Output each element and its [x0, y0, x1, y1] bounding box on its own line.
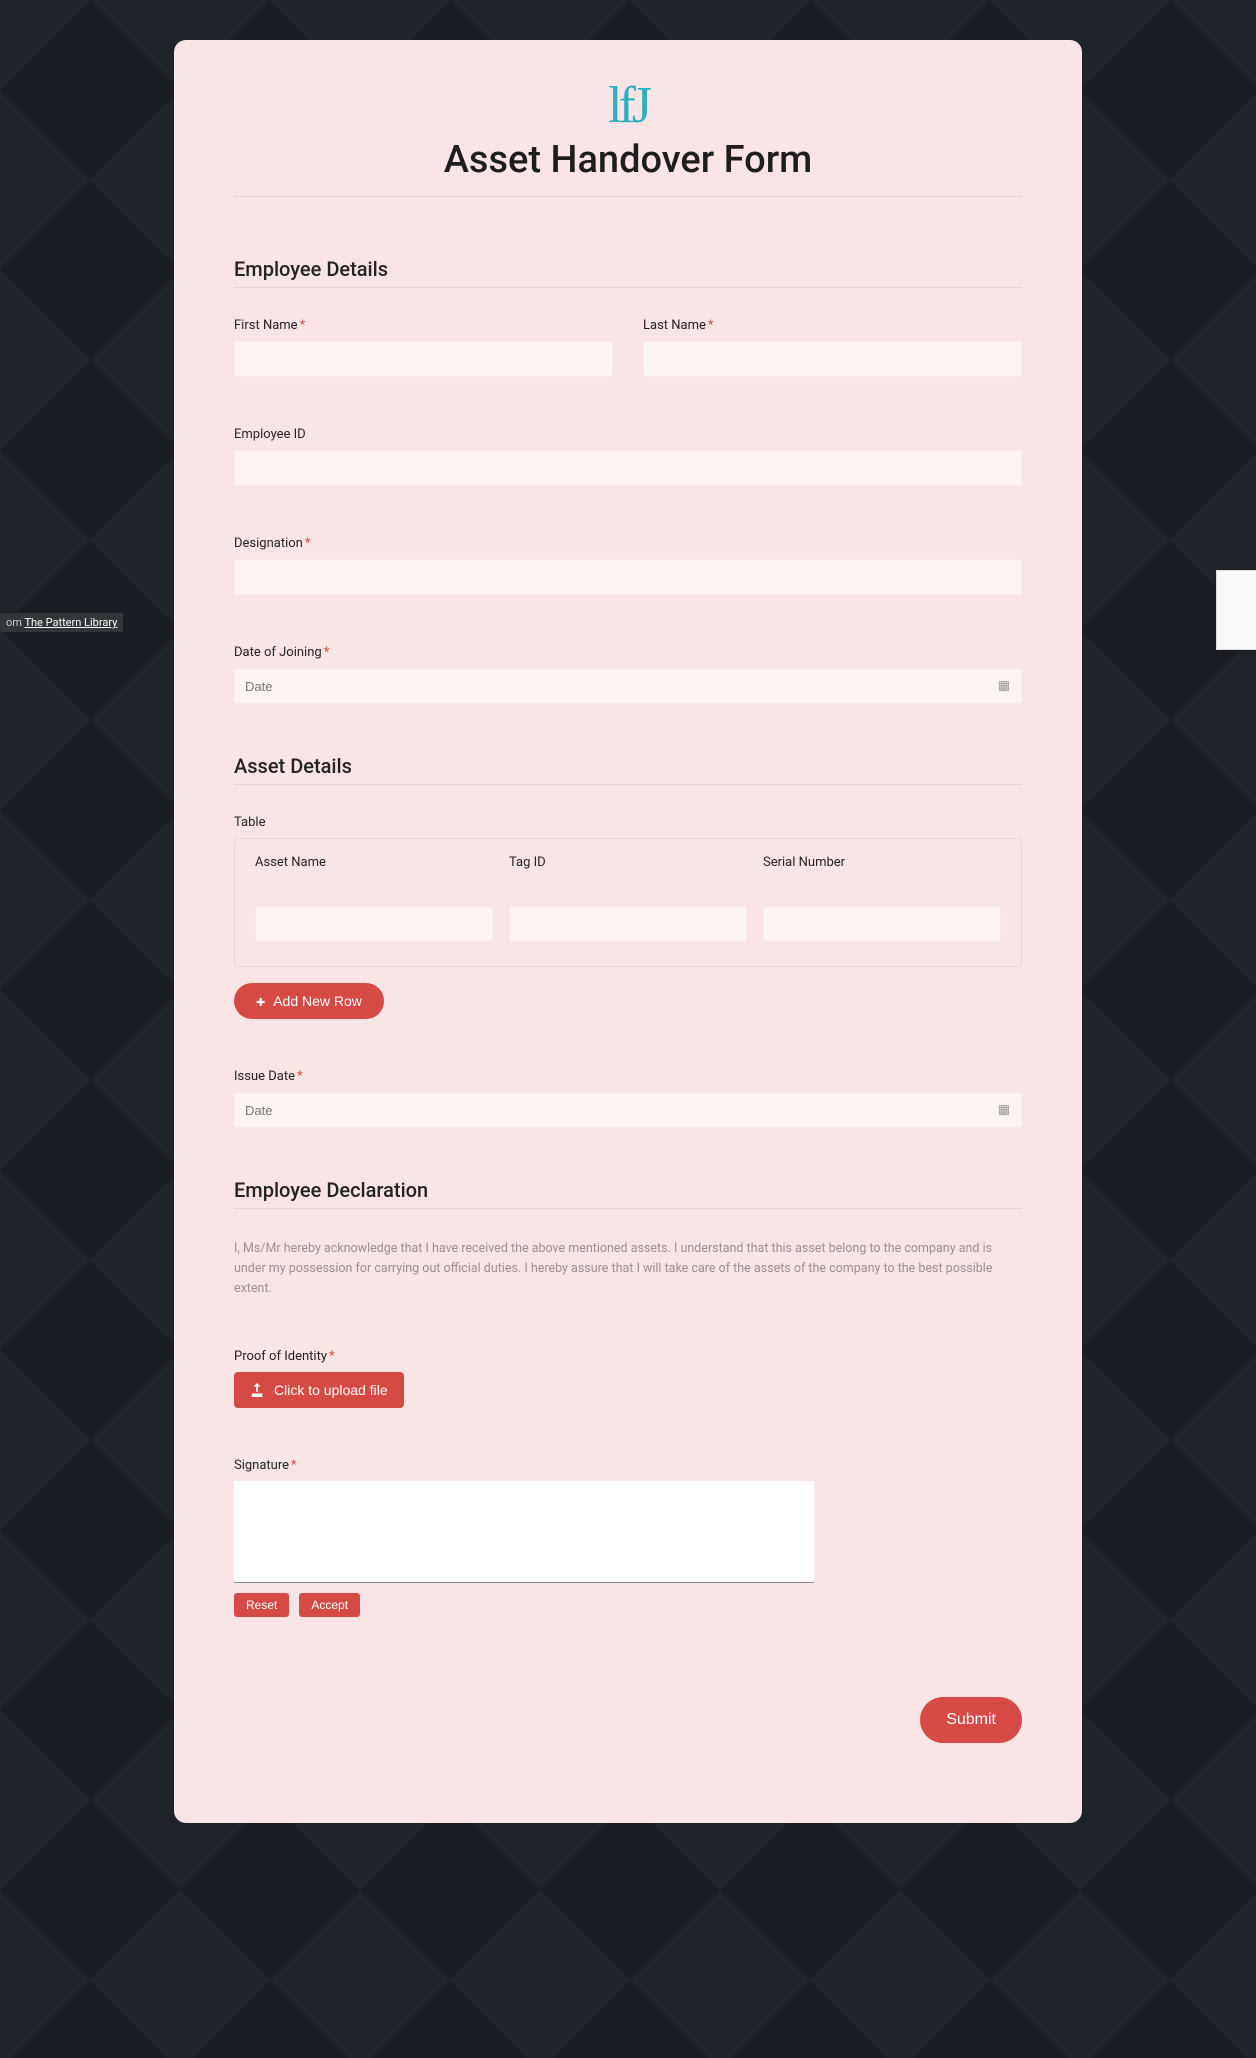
- plus-icon: [256, 993, 265, 1009]
- doj-input[interactable]: [234, 668, 1022, 704]
- form-card: lfJ Asset Handover Form Employee Details…: [174, 40, 1082, 1823]
- attribution-badge: om The Pattern Library: [0, 613, 123, 632]
- calendar-icon: ▦: [998, 679, 1010, 694]
- required-indicator: *: [297, 1069, 303, 1084]
- issue-date-input[interactable]: [234, 1092, 1022, 1128]
- table-label: Table: [234, 815, 1022, 830]
- last-name-label: Last Name*: [643, 318, 1022, 333]
- first-name-input[interactable]: [234, 341, 613, 377]
- proof-label: Proof of Identity*: [234, 1349, 1022, 1364]
- col-serial-number: Serial Number: [755, 855, 1009, 870]
- col-tag-id: Tag ID: [501, 855, 755, 870]
- accept-button[interactable]: Accept: [299, 1593, 360, 1617]
- required-indicator: *: [305, 536, 311, 551]
- upload-button[interactable]: Click to upload file: [234, 1372, 404, 1408]
- first-name-label: First Name*: [234, 318, 613, 333]
- required-indicator: *: [329, 1349, 335, 1364]
- tag-id-input[interactable]: [509, 906, 747, 942]
- asset-name-input[interactable]: [255, 906, 493, 942]
- signature-input[interactable]: [234, 1481, 814, 1583]
- page-title: Asset Handover Form: [234, 138, 1022, 182]
- employee-id-input[interactable]: [234, 450, 1022, 486]
- last-name-input[interactable]: [643, 341, 1022, 377]
- section-employee-declaration: Employee Declaration: [234, 1178, 1022, 1209]
- issue-date-label: Issue Date*: [234, 1069, 1022, 1084]
- table-row: [235, 886, 1021, 966]
- logo: lfJ: [234, 80, 1022, 132]
- calendar-icon: ▦: [998, 1103, 1010, 1118]
- designation-label: Designation*: [234, 536, 1022, 551]
- col-asset-name: Asset Name: [247, 855, 501, 870]
- required-indicator: *: [324, 645, 330, 660]
- table-header: Asset Name Tag ID Serial Number: [235, 839, 1021, 886]
- upload-icon: [250, 1383, 264, 1397]
- section-employee-details: Employee Details: [234, 257, 1022, 288]
- recaptcha-badge: [1216, 570, 1256, 650]
- form-header: lfJ Asset Handover Form: [234, 80, 1022, 197]
- submit-button[interactable]: Submit: [920, 1697, 1022, 1743]
- asset-table: Asset Name Tag ID Serial Number: [234, 838, 1022, 967]
- signature-label: Signature*: [234, 1458, 1022, 1473]
- employee-id-label: Employee ID: [234, 427, 1022, 442]
- required-indicator: *: [291, 1458, 297, 1473]
- serial-number-input[interactable]: [763, 906, 1001, 942]
- declaration-text: I, Ms/Mr hereby acknowledge that I have …: [234, 1239, 1022, 1299]
- doj-label: Date of Joining*: [234, 645, 1022, 660]
- attribution-link[interactable]: The Pattern Library: [24, 616, 117, 629]
- add-row-button[interactable]: Add New Row: [234, 983, 384, 1019]
- designation-input[interactable]: [234, 559, 1022, 595]
- reset-button[interactable]: Reset: [234, 1593, 289, 1617]
- required-indicator: *: [708, 318, 714, 333]
- required-indicator: *: [300, 318, 306, 333]
- section-asset-details: Asset Details: [234, 754, 1022, 785]
